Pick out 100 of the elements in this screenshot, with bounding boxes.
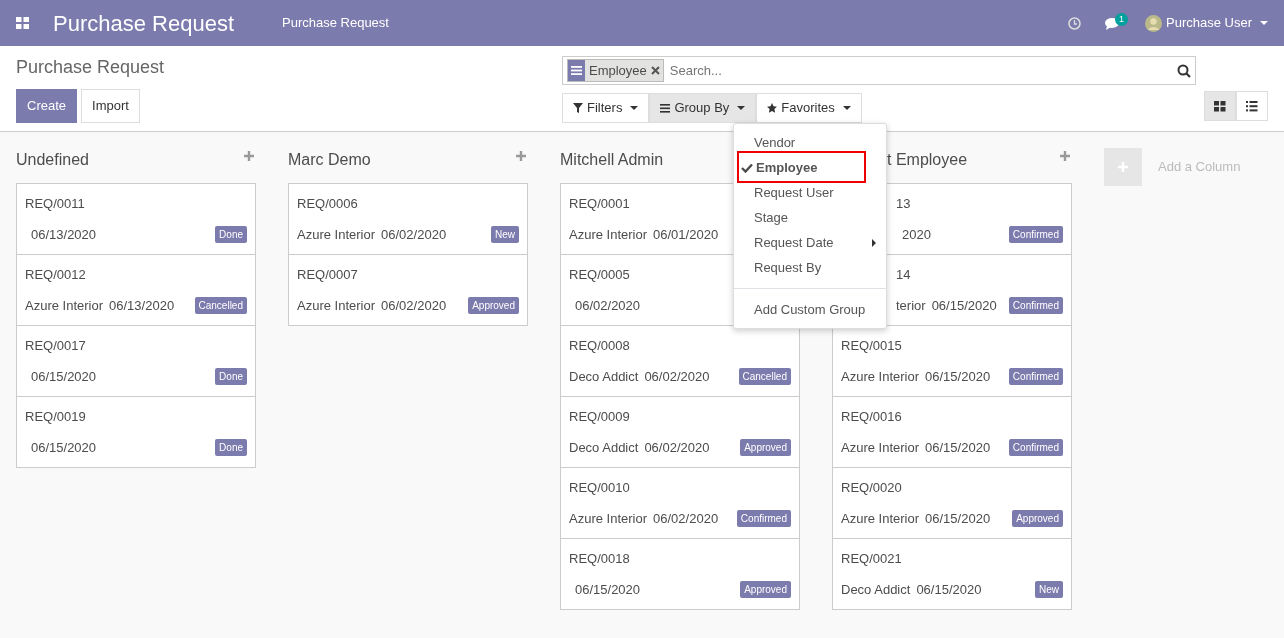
record-reference: REQ/0019	[25, 409, 86, 424]
column-title: Mitchell Admin	[560, 150, 664, 170]
record-reference: REQ/0021	[841, 551, 902, 566]
request-date: 06/15/2020	[31, 367, 97, 386]
record-reference: REQ/0018	[569, 551, 630, 566]
menu-item[interactable]: Vendor	[734, 130, 886, 155]
search-icon[interactable]	[1177, 63, 1191, 78]
caret-right-icon	[872, 238, 876, 247]
kanban-card[interactable]: REQ/0006 Azure Interior 06/02/2020 New	[288, 183, 528, 255]
favorites-button[interactable]: Favorites	[756, 93, 862, 123]
request-date: 06/02/2020	[575, 296, 641, 315]
filters-button[interactable]: Filters	[562, 93, 650, 123]
record-reference: REQ/0016	[841, 409, 902, 424]
vendor-name: Azure Interior	[25, 296, 104, 315]
menu-item[interactable]: Employee	[734, 155, 886, 180]
record-reference: 13	[896, 196, 911, 211]
request-date: 06/15/2020	[925, 509, 991, 528]
record-reference: 14	[896, 267, 911, 282]
kanban-card[interactable]: REQ/0009 Deco Addict 06/02/2020 Approved	[560, 396, 800, 468]
vendor-name: Azure Interior	[569, 509, 648, 528]
group-icon	[571, 66, 582, 75]
request-date: 06/15/2020	[575, 580, 641, 599]
user-menu[interactable]: Purchase User	[1145, 13, 1268, 33]
kanban-card[interactable]: REQ/0021 Deco Addict 06/15/2020 New	[832, 538, 1072, 610]
record-reference: REQ/0007	[297, 267, 358, 282]
status-tag: Cancelled	[738, 367, 791, 385]
status-tag: Done	[215, 367, 247, 385]
kanban-card[interactable]: REQ/0010 Azure Interior 06/02/2020 Confirmed	[560, 467, 800, 539]
caret-icon	[842, 106, 851, 110]
status-tag: Confirmed	[1008, 296, 1063, 314]
star-icon	[767, 103, 778, 113]
clock-icon[interactable]	[1068, 16, 1081, 30]
record-reference: REQ/0020	[841, 480, 902, 495]
record-reference: REQ/0012	[25, 267, 86, 282]
avatar-icon	[1145, 14, 1162, 32]
status-tag: Approved	[468, 296, 519, 314]
view-switch-button[interactable]	[1236, 91, 1268, 121]
request-date: 06/15/2020	[931, 296, 997, 315]
import-button[interactable]: Import	[81, 89, 140, 123]
request-date: 06/02/2020	[381, 296, 447, 315]
kanban-view-icon	[1214, 100, 1226, 112]
plus-icon[interactable]	[1060, 151, 1070, 161]
search-facet[interactable]: Employee	[567, 59, 664, 82]
status-tag: Cancelled	[194, 296, 247, 314]
vendor-name: Azure Interior	[841, 367, 920, 386]
check-icon	[741, 162, 753, 173]
view-switch-button[interactable]	[1204, 91, 1236, 121]
kanban-card[interactable]: REQ/0017 06/15/2020 Done	[16, 325, 256, 397]
record-reference: REQ/0015	[841, 338, 902, 353]
vendor-name: Azure Interior	[569, 225, 648, 244]
status-tag: Confirmed	[1008, 225, 1063, 243]
plus-icon[interactable]	[244, 151, 254, 161]
request-date: 06/15/2020	[31, 438, 97, 457]
status-tag: Approved	[740, 438, 791, 456]
record-reference: REQ/0005	[569, 267, 630, 282]
request-date: 06/02/2020	[381, 225, 447, 244]
column-title: t Employee	[886, 150, 968, 170]
group-by-button[interactable]: Group By	[649, 93, 757, 123]
vendor-name: Azure Interior	[297, 296, 376, 315]
status-tag: Done	[215, 438, 247, 456]
kanban-card[interactable]: REQ/0016 Azure Interior 06/15/2020 Confirmed	[832, 396, 1072, 468]
notification-count: 1	[1115, 12, 1129, 26]
kanban-card[interactable]: REQ/0020 Azure Interior 06/15/2020 Approved	[832, 467, 1072, 539]
search-bar[interactable]: Employee Search...	[562, 56, 1196, 85]
request-date: 06/13/2020	[109, 296, 175, 315]
caret-icon	[737, 106, 746, 110]
remove-icon[interactable]	[650, 66, 660, 75]
kanban-card[interactable]: REQ/0011 06/13/2020 Done	[16, 183, 256, 255]
vendor-name: Deco Addict	[569, 367, 639, 386]
status-tag: New	[491, 225, 519, 243]
kanban-card[interactable]: REQ/0012 Azure Interior 06/13/2020 Cancelled	[16, 254, 256, 326]
request-date: 06/02/2020	[653, 509, 719, 528]
status-tag: Done	[215, 225, 247, 243]
request-date: 06/02/2020	[644, 367, 710, 386]
record-reference: REQ/0017	[25, 338, 86, 353]
app-title: Purchase Request	[53, 9, 234, 38]
kanban-card[interactable]: REQ/0015 Azure Interior 06/15/2020 Confirmed	[832, 325, 1072, 397]
apps-icon[interactable]	[16, 17, 29, 29]
record-reference: REQ/0008	[569, 338, 630, 353]
menu-link[interactable]: Purchase Request	[282, 13, 389, 33]
status-tag: New	[1035, 580, 1063, 598]
vendor-name: Azure Interior	[841, 509, 920, 528]
vendor-name: Azure Interior	[841, 438, 920, 457]
kanban-card[interactable]: REQ/0007 Azure Interior 06/02/2020 Approved	[288, 254, 528, 326]
list-icon	[660, 103, 671, 113]
vendor-name: Deco Addict	[569, 438, 639, 457]
request-date: 06/15/2020	[925, 367, 991, 386]
request-date: 06/01/2020	[653, 225, 719, 244]
create-button[interactable]: Create	[16, 89, 78, 123]
list-view-icon	[1246, 100, 1258, 112]
record-reference: REQ/0001	[569, 196, 630, 211]
kanban-card[interactable]: REQ/0008 Deco Addict 06/02/2020 Cancelled	[560, 325, 800, 397]
plus-icon[interactable]	[516, 151, 526, 161]
record-reference: REQ/0006	[297, 196, 358, 211]
request-date: 2020	[902, 225, 931, 244]
kanban-card[interactable]: REQ/0018 06/15/2020 Approved	[560, 538, 800, 610]
request-date: 06/02/2020	[644, 438, 710, 457]
record-reference: REQ/0009	[569, 409, 630, 424]
kanban-card[interactable]: REQ/0019 06/15/2020 Done	[16, 396, 256, 468]
status-tag: Confirmed	[1008, 438, 1063, 456]
